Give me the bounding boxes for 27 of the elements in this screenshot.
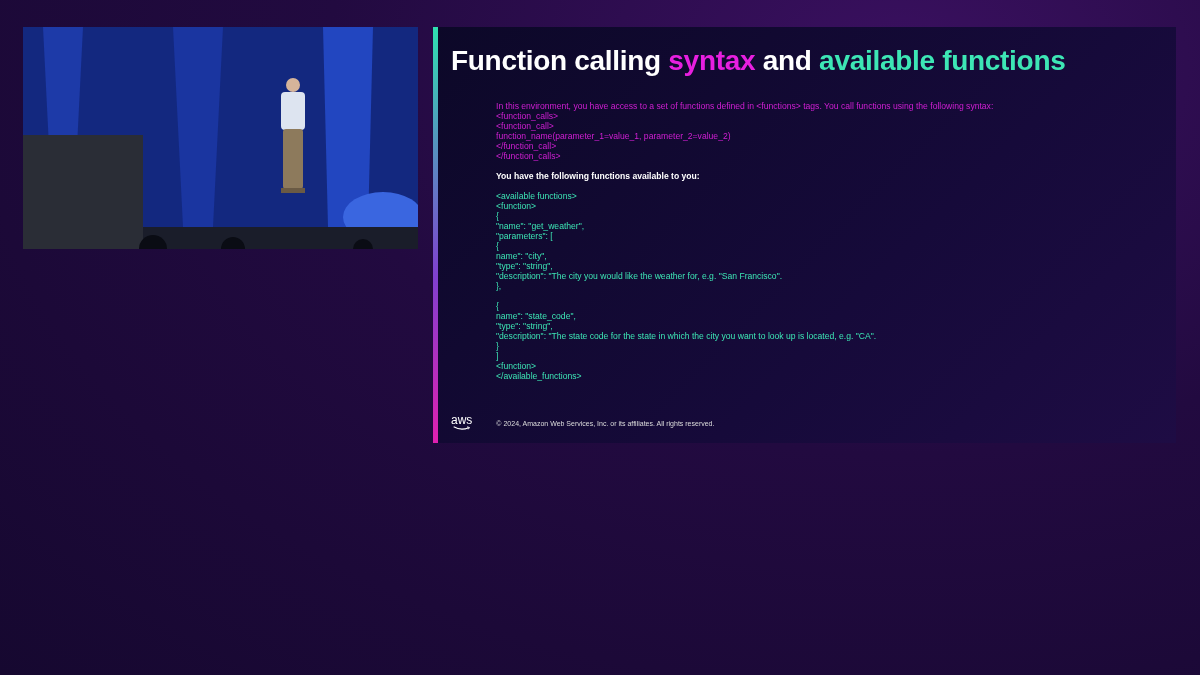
code-line: { [496,301,499,311]
code-line: <function_call> [496,121,554,131]
code-line: "name": "get_weather", [496,221,585,231]
slide-title: Function calling syntax and available functions [451,45,1066,77]
code-line: <function> [496,201,537,211]
code-line: name": "state_code", [496,311,576,321]
aws-logo: aws [451,415,473,431]
code-line: } [496,341,499,351]
code-line: "description": "The state code for the state in which the city you want to look up is located, e.g. "CA". [496,331,877,341]
code-line: "parameters": [ [496,231,553,241]
code-line: { [496,241,499,251]
code-line: "type": "string", [496,321,553,331]
code-line: In this environment, you have access to a set of functions defined in <functions> tags. You call functions using the following syntax: [496,101,994,111]
code-line: You have the following functions available to you: [496,171,700,181]
code-line: ] [496,351,499,361]
code-line: <function> [496,361,537,371]
code-line: <available functions> [496,191,577,201]
code-line: </function_calls> [496,151,561,161]
code-line: "description": "The city you would like the weather for, e.g. "San Francisco". [496,271,783,281]
code-line: name": "city", [496,251,547,261]
code-line: </available_functions> [496,371,582,381]
code-line: function_name(parameter_1=value_1, parameter_2=value_2) [496,131,731,141]
code-line: "type": "string", [496,261,553,271]
code-line: <function_calls> [496,111,559,121]
code-line: }, [496,281,502,291]
code-line: { [496,211,499,221]
code-line: </function_call> [496,141,557,151]
